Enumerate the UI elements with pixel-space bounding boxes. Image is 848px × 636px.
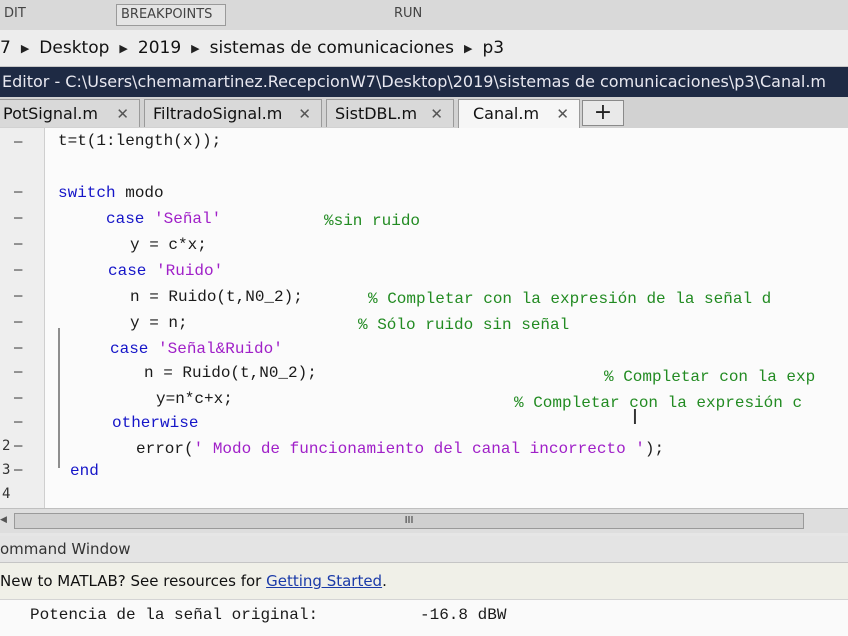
code-line: y = c*x; (130, 236, 207, 254)
editor-title-bar: Editor - C:\Users\chemamartinez.Recepcio… (0, 67, 848, 97)
code-line: y=n*c+x; (156, 390, 233, 408)
command-window[interactable]: Potencia de la señal original: -16.8 dBW (0, 600, 848, 636)
code-line: case 'Señal' (106, 210, 222, 228)
breakpoint-marker[interactable]: – (2, 340, 40, 356)
breakpoint-marker[interactable]: – (2, 414, 40, 430)
code-line: end (70, 462, 99, 480)
code-line: otherwise (112, 414, 199, 432)
tab-canal[interactable]: Canal.m ✕ (458, 99, 580, 129)
breakpoint-marker[interactable]: – (2, 288, 40, 304)
close-icon[interactable]: ✕ (298, 100, 311, 128)
line-number: 4 (2, 486, 11, 502)
fold-indicator (58, 328, 60, 468)
breakpoint-marker[interactable]: – (2, 262, 40, 278)
close-icon[interactable]: ✕ (116, 100, 129, 128)
editor-tab-strip: PotSignal.m ✕ FiltradoSignal.m ✕ SistDBL… (0, 97, 848, 129)
scrollbar-thumb[interactable]: III (14, 513, 804, 529)
tab-label: PotSignal.m (3, 104, 98, 123)
path-segment[interactable]: p3 (482, 38, 504, 58)
code-comment: % Completar con la expresión c (514, 394, 803, 412)
ribbon-tab-run[interactable]: RUN (390, 4, 426, 24)
code-line: n = Ruido(t,N0_2); (144, 364, 317, 382)
tab-label: SistDBL.m (335, 104, 418, 123)
breakpoint-marker[interactable]: – (2, 134, 40, 150)
code-line: error(' Modo de funcionamiento del canal… (136, 440, 665, 458)
breakpoint-marker[interactable]: – (2, 210, 40, 226)
code-line: t=t(1:length(x)); (58, 132, 222, 150)
tab-potsignal[interactable]: PotSignal.m ✕ (0, 99, 140, 127)
tab-label: FiltradoSignal.m (153, 104, 283, 123)
command-window-header: ommand Window (0, 536, 848, 563)
breakpoint-marker[interactable]: – (2, 184, 40, 200)
breakpoint-marker[interactable]: 2– (2, 438, 40, 454)
scroll-left-icon[interactable]: ◀ (0, 513, 10, 527)
code-comment: %sin ruido (324, 212, 421, 230)
code-line: case 'Ruido' (108, 262, 224, 280)
output-label: Potencia de la señal original: (30, 606, 319, 624)
code-line: case 'Señal&Ruido' (110, 340, 283, 358)
close-icon[interactable]: ✕ (430, 100, 443, 128)
tab-sistdbl[interactable]: SistDBL.m ✕ (326, 99, 454, 127)
code-line: y = n; (130, 314, 188, 332)
code-comment: % Sólo ruido sin señal (358, 316, 570, 334)
chevron-right-icon[interactable]: ▶ (21, 42, 29, 55)
code-comment: % Completar con la exp (604, 368, 816, 386)
text-cursor-icon: I (632, 405, 638, 429)
chevron-right-icon[interactable]: ▶ (464, 42, 472, 55)
breakpoint-marker[interactable]: – (2, 314, 40, 330)
line-gutter: – – – – – – – – – – – 2– 3– 4 (0, 128, 45, 508)
chevron-right-icon[interactable]: ▶ (191, 42, 199, 55)
code-comment: % Completar con la expresión de la señal… (368, 290, 772, 308)
path-segment[interactable]: 7 (0, 38, 11, 58)
close-icon[interactable]: ✕ (556, 100, 569, 128)
tab-filtradosignal[interactable]: FiltradoSignal.m ✕ (144, 99, 322, 127)
breakpoint-marker[interactable]: – (2, 364, 40, 380)
path-segment[interactable]: Desktop (39, 38, 109, 58)
path-segment[interactable]: sistemas de comunicaciones (210, 38, 454, 58)
code-line: n = Ruido(t,N0_2); (130, 288, 303, 306)
breakpoint-marker[interactable]: 3– (2, 462, 40, 478)
ribbon-tab-breakpoints[interactable]: BREAKPOINTS (116, 4, 226, 26)
breakpoint-marker[interactable]: – (2, 390, 40, 406)
tab-label: Canal.m (473, 104, 540, 123)
code-line: switch modo (58, 184, 164, 202)
path-segment[interactable]: 2019 (138, 38, 181, 58)
chevron-right-icon[interactable]: ▶ (119, 42, 127, 55)
getting-started-link[interactable]: Getting Started (266, 572, 382, 590)
add-tab-button[interactable]: + (582, 100, 624, 126)
ribbon-tab-editor[interactable]: DIT (0, 4, 30, 24)
getting-started-banner: New to MATLAB? See resources for Getting… (0, 563, 848, 600)
breakpoint-marker[interactable]: – (2, 236, 40, 252)
ribbon-tabs: DIT BREAKPOINTS RUN (0, 0, 848, 31)
code-editor[interactable]: – – – – – – – – – – – 2– 3– 4 t=t(1:leng… (0, 128, 848, 508)
current-folder-bar[interactable]: 7 ▶ Desktop ▶ 2019 ▶ sistemas de comunic… (0, 30, 848, 67)
output-value: -16.8 dBW (420, 606, 507, 624)
horizontal-scrollbar[interactable]: ◀ III (0, 508, 848, 533)
